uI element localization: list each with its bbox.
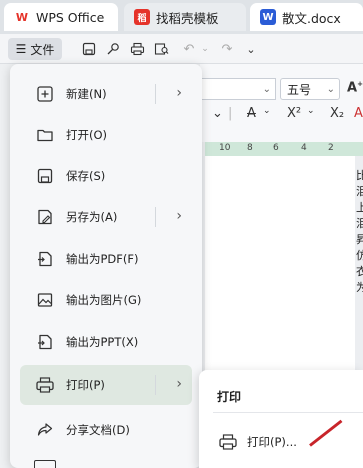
ruler-mark: 8 [247,143,253,153]
doc-char: 泪 [356,217,363,230]
menu-item-open[interactable]: 打开(O) [20,115,192,155]
doc-char: 比 [356,169,363,182]
menu-item-label: 分享文档(D) [66,423,130,437]
export-image-icon [34,289,56,311]
print-submenu: 打印 打印(P)... [199,370,363,468]
menu-item-label: 打印(P) [66,378,105,392]
tab-wps-office[interactable]: W WPS Office [4,3,118,31]
ribbon-area [200,64,363,142]
more-chevron-down-icon[interactable]: ⌄ [242,40,260,58]
menu-item-label: 输出为PDF(F) [66,252,139,266]
font-size-value: 五号 [287,82,312,97]
menu-item-print[interactable]: 打印(P) › [20,365,192,405]
printer-icon [217,431,239,453]
submenu-item-label: 打印(P)... [247,435,297,449]
menu-item-save-as[interactable]: 另存为(A) › [20,197,192,237]
doc-char: 衣 [356,265,363,278]
preview-icon[interactable] [152,40,170,58]
menu-item-new[interactable]: 新建(N) › [20,74,192,114]
chevron-right-icon[interactable]: › [176,208,182,224]
doc-char: 仿 [356,249,363,262]
menu-item-label: 另存为(A) [66,210,118,224]
chevron-down-icon: ⌄ [262,83,271,95]
export-pdf-icon [34,248,56,270]
divider [155,375,156,395]
superscript-dropdown-icon[interactable]: ⌄ [307,106,315,116]
quick-toolbar: ☰ 文件 ↶ ⌄ ↷ ⌄ [0,34,363,64]
hamburger-icon: ☰ [15,42,27,56]
menu-item-export-pdf[interactable]: 输出为PDF(F) [20,239,192,279]
submenu-title: 打印 [217,390,242,404]
menu-item-label: 新建(N) [66,87,107,101]
file-label: 文件 [30,42,55,57]
format-painter-icon[interactable] [104,40,122,58]
chevron-down-icon: ⌄ [326,83,335,95]
doc-char: 为 [356,281,363,294]
undo-dropdown-icon[interactable]: ⌄ [196,40,214,58]
horizontal-ruler: 10 8 6 4 2 [205,142,363,156]
chevron-right-icon[interactable]: › [176,376,182,392]
tab-label: 找稻壳模板 [156,10,219,26]
font-size-select[interactable]: 五号 ⌄ [280,78,340,100]
new-document-icon [34,83,56,105]
font-color-icon[interactable]: A [354,106,363,121]
save-quick-icon[interactable] [80,40,98,58]
ruler-mark: 6 [273,143,279,153]
partial-menu-icon [34,460,56,468]
ruler-mark: 2 [328,143,334,153]
file-menu-button[interactable]: ☰ 文件 [8,38,62,60]
underline-dropdown-icon[interactable]: ⌄ [212,106,223,121]
chevron-right-icon[interactable]: › [176,85,182,101]
print-icon [34,374,56,396]
font-grow-icon[interactable]: A+ [347,80,363,95]
ruler-mark: 10 [219,143,231,153]
tab-label: 散文.docx [282,10,341,26]
subscript-icon[interactable]: X₂ [330,106,344,121]
doc-char: 上 [356,201,363,214]
doc-char: 昇 [356,233,363,246]
ruler-mark: 4 [301,143,307,153]
word-doc-icon: W [260,9,276,25]
open-folder-icon [34,124,56,146]
font-name-dropdown[interactable]: ⌄ [200,78,276,100]
strikethrough-dropdown-icon[interactable]: ⌄ [263,106,271,116]
docer-icon: 稻 [134,9,150,25]
save-as-icon [34,206,56,228]
strikethrough-icon[interactable]: A [247,106,256,121]
superscript-icon[interactable]: X² [287,106,301,121]
redo-icon[interactable]: ↷ [218,40,236,58]
submenu-item-print[interactable]: 打印(P)... [213,424,363,460]
share-icon [34,419,56,441]
file-dropdown-menu: 新建(N) › 打开(O) 保存(S) 另存为(A) › 输出为PDF(F) 输… [10,64,202,468]
menu-item-label: 打开(O) [66,128,108,142]
wps-logo-icon: W [15,10,29,24]
tab-label: WPS Office [36,9,105,25]
divider [155,84,156,104]
doc-char: 泪 [356,185,363,198]
menu-item-label: 保存(S) [66,169,106,183]
menu-item-share[interactable]: 分享文档(D) [20,410,192,450]
tab-bar: W WPS Office 稻 找稻壳模板 W 散文.docx [0,0,363,34]
export-ppt-icon [34,331,56,353]
menu-item-label: 输出为PPT(X) [66,335,139,349]
menu-item-export-ppt[interactable]: 输出为PPT(X) [20,322,192,362]
menu-item-save[interactable]: 保存(S) [20,156,192,196]
tab-document[interactable]: W 散文.docx [250,3,363,31]
divider [155,207,156,227]
divider [213,412,363,413]
document-text-column: 比 泪 上 泪 昇 仿 衣 为 [356,168,363,296]
save-icon [34,165,56,187]
menu-item-export-image[interactable]: 输出为图片(G) [20,280,192,320]
tab-docer-templates[interactable]: 稻 找稻壳模板 [124,3,246,31]
menu-item-label: 输出为图片(G) [66,293,142,307]
divider-line: | [228,106,233,121]
print-quick-icon[interactable] [128,40,146,58]
